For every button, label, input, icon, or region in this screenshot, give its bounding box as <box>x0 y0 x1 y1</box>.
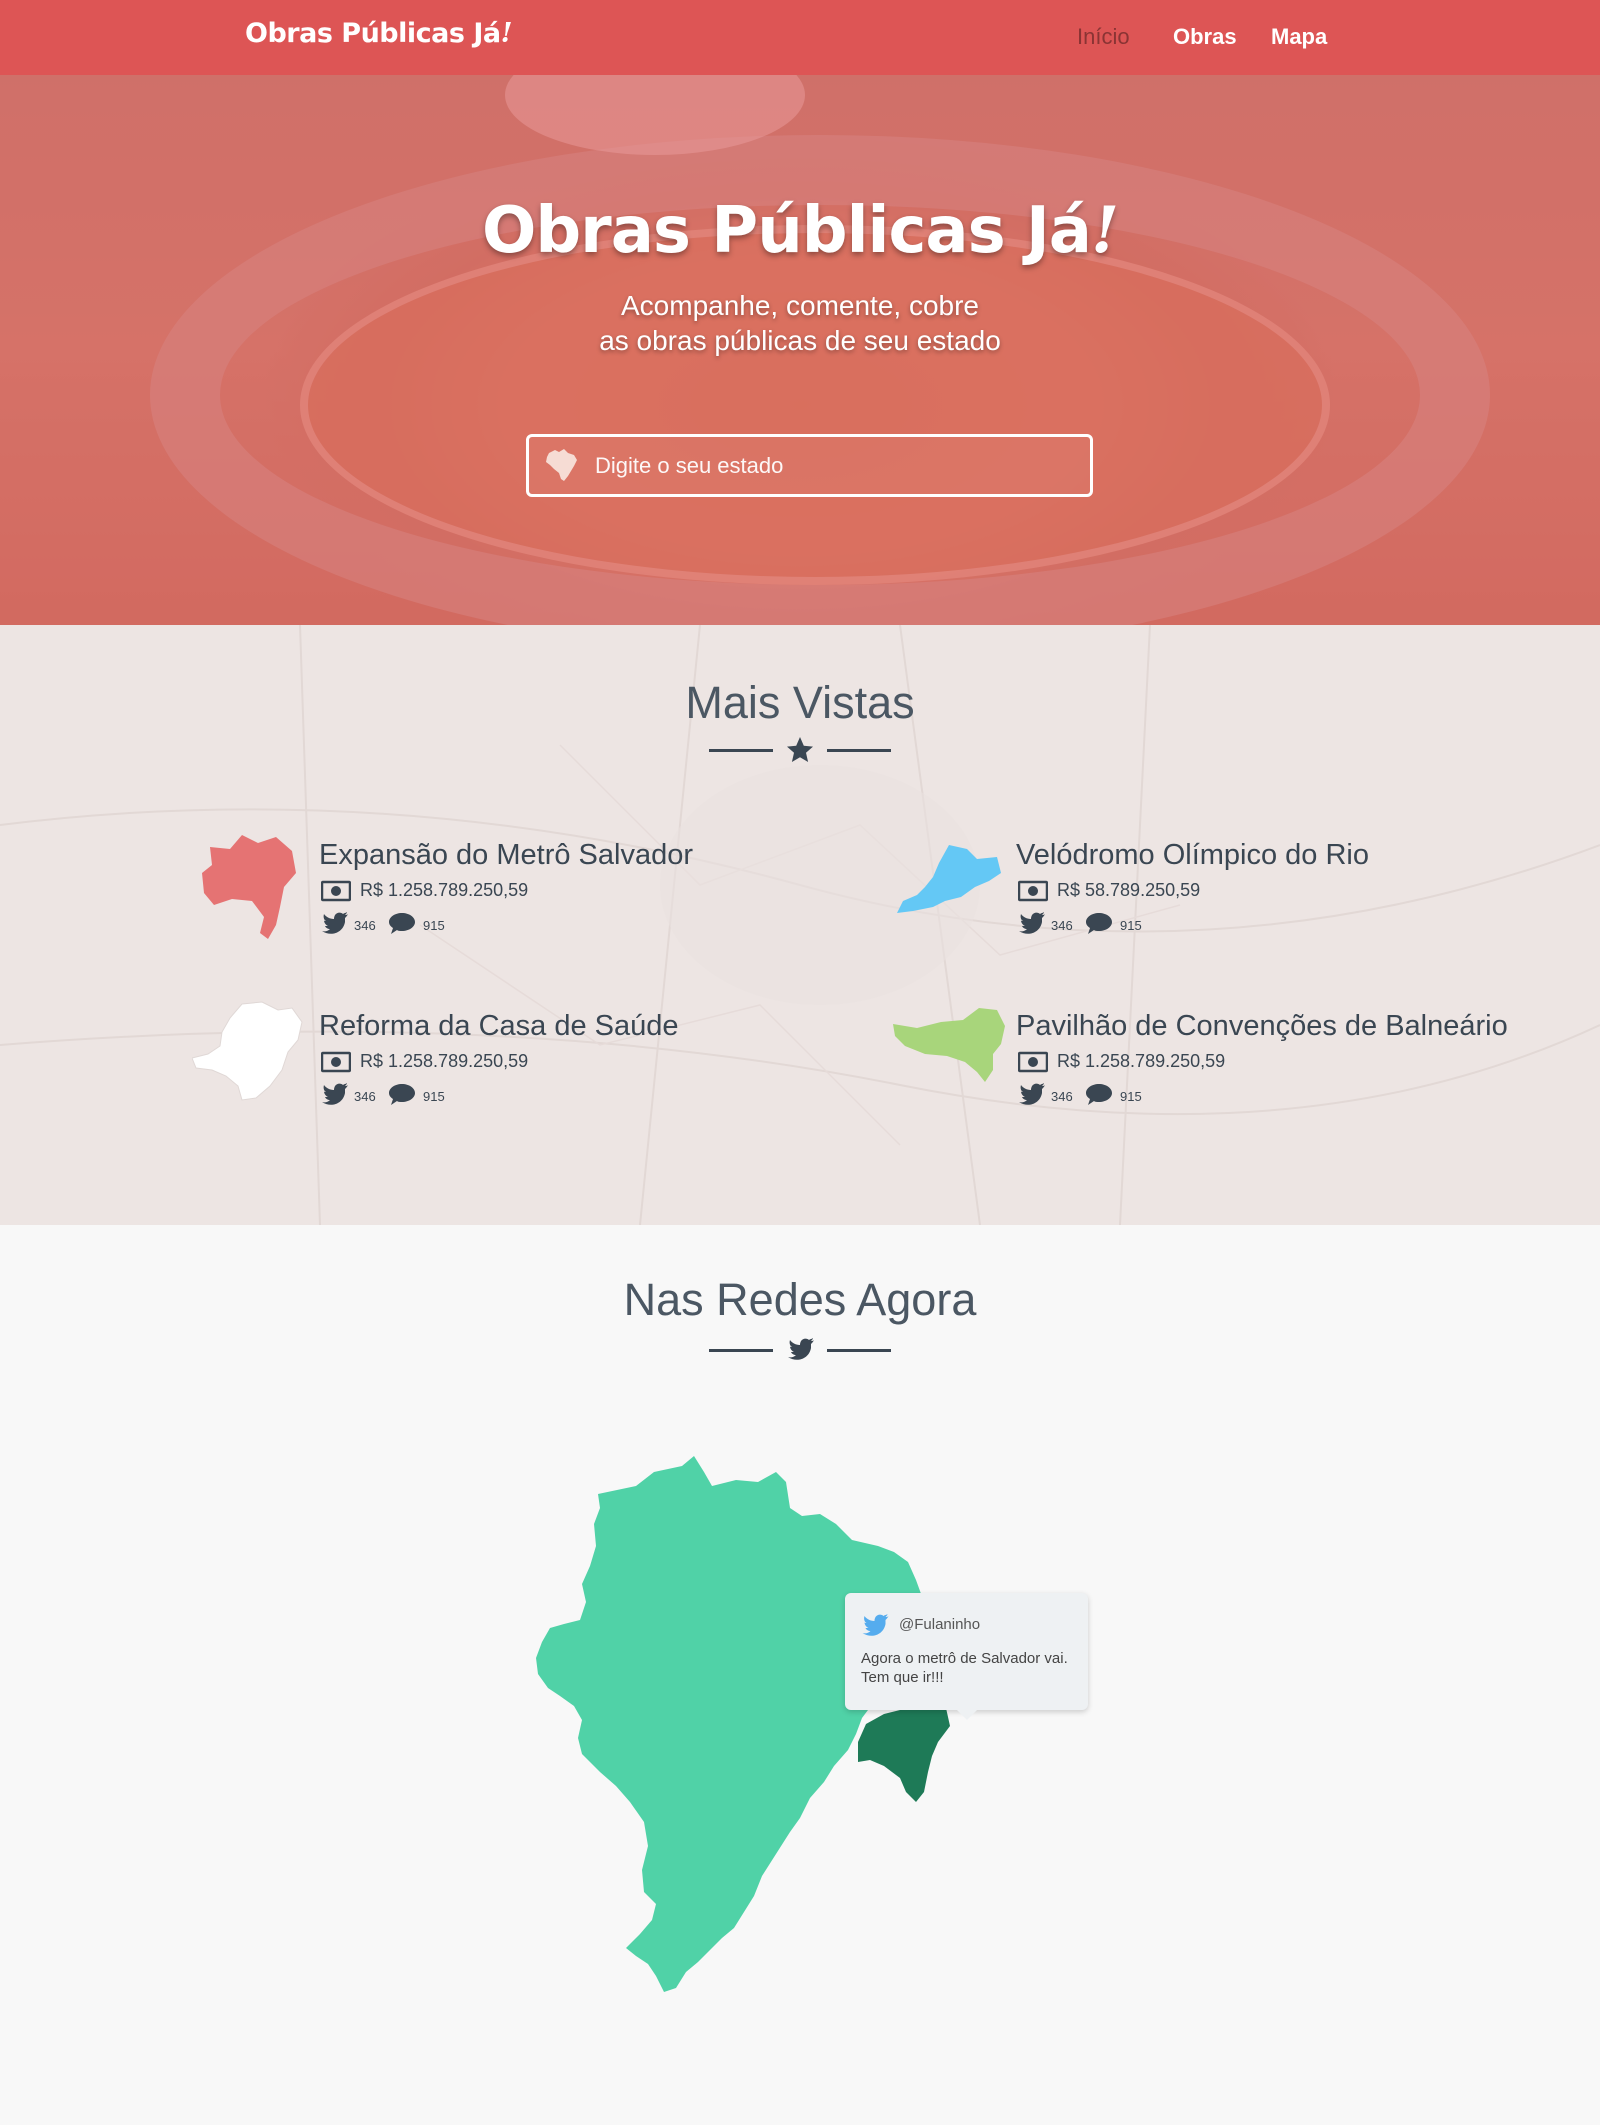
brand-exclamation: ! <box>500 18 513 49</box>
hero-banner: Obras Públicas Já! Acompanhe, comente, c… <box>0 75 1600 625</box>
bahia-highlight-region <box>858 1704 950 1802</box>
state-search-input[interactable] <box>595 437 1075 494</box>
rio-de-janeiro-state-icon <box>897 845 1001 913</box>
money-bill-icon <box>1018 880 1048 902</box>
tweet-count: 346 <box>354 1089 376 1104</box>
brazil-map-icon <box>546 449 577 481</box>
work-value: R$ 58.789.250,59 <box>1057 880 1201 900</box>
hero-subtitle-line1: Acompanhe, comente, cobre <box>621 290 979 321</box>
nav-link-obras[interactable]: Obras <box>1173 24 1237 50</box>
mais-vistas-title: Mais Vistas <box>685 677 915 728</box>
brand-text: Obras Públicas Já <box>245 18 501 49</box>
star-icon <box>787 737 813 762</box>
hero-title-exclamation: ! <box>1090 193 1119 268</box>
comment-icon <box>389 1084 415 1105</box>
state-search-box[interactable] <box>526 434 1093 497</box>
brand-logo[interactable]: Obras Públicas Já! <box>245 18 512 49</box>
work-card[interactable]: Pavilhão de Convenções de Balneário R$ 1… <box>889 996 1529 1116</box>
twitter-bird-icon <box>862 1614 889 1636</box>
money-bill-icon <box>321 1051 351 1073</box>
nav-link-inicio[interactable]: Início <box>1077 24 1130 50</box>
divider-line-right <box>827 749 891 752</box>
twitter-bird-icon <box>322 1083 348 1105</box>
money-bill-icon <box>321 880 351 902</box>
divider-line-left <box>709 749 773 752</box>
nav-link-mapa[interactable]: Mapa <box>1271 24 1327 50</box>
work-title[interactable]: Velódromo Olímpico do Rio <box>1016 839 1369 872</box>
work-title[interactable]: Expansão do Metrô Salvador <box>319 839 693 872</box>
mais-vistas-divider <box>709 735 891 765</box>
money-bill-icon <box>1018 1051 1048 1073</box>
hero-subtitle-line2: as obras públicas de seu estado <box>599 325 1001 356</box>
brazil-map <box>536 1456 950 1992</box>
comment-icon <box>1086 913 1112 934</box>
tweet-username[interactable]: @Fulaninho <box>899 1616 980 1633</box>
divider-line-right <box>827 1349 891 1352</box>
hero-subtitle: Acompanhe, comente, cobre as obras públi… <box>0 288 1600 358</box>
tweet-count: 346 <box>354 918 376 933</box>
tweet-popup[interactable]: @Fulaninho Agora o metrô de Salvador vai… <box>845 1593 1088 1720</box>
work-title[interactable]: Reforma da Casa de Saúde <box>319 1010 679 1043</box>
work-card[interactable]: Reforma da Casa de Saúde R$ 1.258.789.25… <box>192 996 832 1116</box>
tweet-count: 346 <box>1051 918 1073 933</box>
mais-vistas-section: Mais Vistas Expansão do Metrô Salvador R… <box>0 625 1600 1225</box>
twitter-bird-icon <box>1019 1083 1045 1105</box>
comment-count: 915 <box>1120 918 1142 933</box>
twitter-bird-icon <box>1019 912 1045 934</box>
work-title[interactable]: Pavilhão de Convenções de Balneário <box>1016 1010 1508 1043</box>
tweet-text: Agora o metrô de Salvador vai. Tem que i… <box>861 1650 1068 1686</box>
twitter-bird-icon <box>788 1338 814 1360</box>
comment-icon <box>389 913 415 934</box>
comment-count: 915 <box>423 918 445 933</box>
navbar: Obras Públicas Já! Início Obras Mapa <box>0 0 1600 75</box>
nas-redes-divider <box>709 1335 891 1365</box>
work-value: R$ 1.258.789.250,59 <box>360 880 529 900</box>
hero-title: Obras Públicas Já! <box>0 193 1600 268</box>
work-value: R$ 1.258.789.250,59 <box>1057 1051 1226 1071</box>
work-value: R$ 1.258.789.250,59 <box>360 1051 529 1071</box>
hero-title-text: Obras Públicas Já <box>481 194 1092 268</box>
comment-count: 915 <box>1120 1089 1142 1104</box>
divider-line-left <box>709 1349 773 1352</box>
nas-redes-title: Nas Redes Agora <box>623 1274 977 1325</box>
tweet-count: 346 <box>1051 1089 1073 1104</box>
bahia-state-icon <box>202 835 296 939</box>
twitter-bird-icon <box>322 912 348 934</box>
work-card[interactable]: Expansão do Metrô Salvador R$ 1.258.789.… <box>192 825 832 945</box>
comment-count: 915 <box>423 1089 445 1104</box>
minas-gerais-state-icon <box>192 1001 303 1101</box>
santa-catarina-state-icon <box>893 1008 1005 1082</box>
comment-icon <box>1086 1084 1112 1105</box>
work-card[interactable]: Velódromo Olímpico do Rio R$ 58.789.250,… <box>889 825 1529 945</box>
